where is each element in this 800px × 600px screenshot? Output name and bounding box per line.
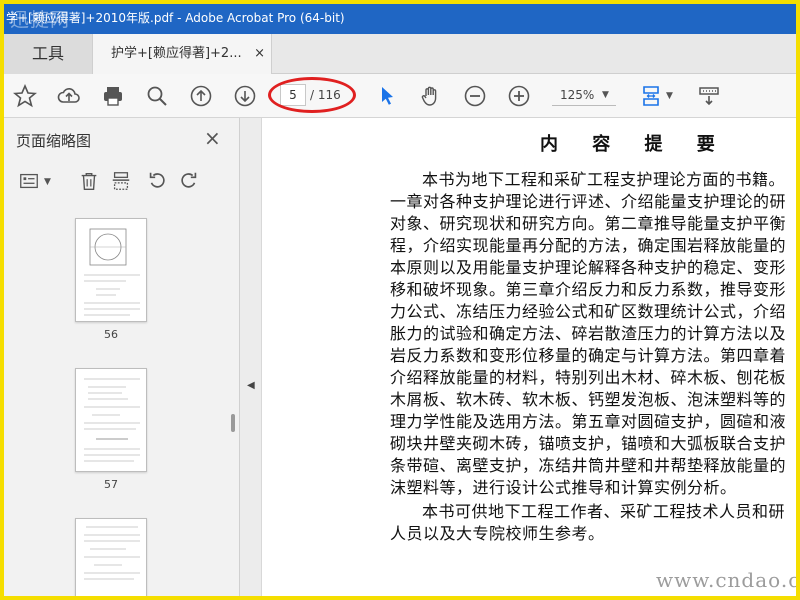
thumbnails-panel: 页面缩略图 × ▼ 56 57	[4, 118, 240, 596]
document-heading: 内 容 提 要	[540, 134, 729, 155]
thumbnail-label: 57	[104, 478, 118, 491]
thumbnail-list: 56 57	[4, 204, 226, 596]
cloud-upload-icon	[57, 88, 80, 103]
document-text-line: 理力学性能及选用方法。第五章对圆碹支护，圆碹和液	[390, 412, 787, 431]
corner-watermark: 迅捷网	[10, 9, 71, 31]
rotate-cw-icon	[181, 172, 197, 188]
thumbnail-text-icon	[84, 526, 140, 580]
rotate-left-button[interactable]	[144, 168, 170, 194]
zoom-level-select[interactable]: 125% ▼	[552, 84, 616, 106]
list-options-icon	[20, 173, 38, 189]
thumbnail-text-icon	[84, 378, 140, 462]
document-view[interactable]: 内 容 提 要 本书为地下工程和采矿工程支护理论方面的书籍。 一章对各种支护理论…	[262, 118, 796, 596]
thumbnail-diagram-icon	[84, 228, 140, 316]
panel-close-button[interactable]: ×	[204, 126, 221, 150]
thumbnail-label: 56	[104, 328, 118, 341]
tab-document[interactable]: 护学+[赖应得著]+2... ×	[92, 34, 272, 74]
document-text-line: 本原则以及用能量支护理论解释各种支护的稳定、变形	[390, 258, 787, 277]
previous-page-button[interactable]	[186, 81, 216, 111]
scrollbar-thumb[interactable]	[231, 414, 235, 432]
document-text-line: 砌块井壁夹砌木砖，锚喷支护，锚喷和大弧板联合支护	[390, 434, 787, 453]
star-icon	[13, 84, 37, 108]
next-page-button[interactable]	[230, 81, 260, 111]
keyboard-tools-button[interactable]	[694, 81, 724, 111]
document-text-line: 介绍释放能量的材料，特别列出木材、碎木板、刨花板	[390, 368, 787, 387]
document-text-line: 对象、研究现状和研究方向。第二章推导能量支护平衡	[390, 214, 787, 233]
tab-close-button[interactable]: ×	[254, 34, 265, 74]
site-watermark: www.cndao.com	[656, 568, 796, 592]
find-button[interactable]	[142, 81, 172, 111]
page-down-icon	[234, 85, 256, 107]
search-icon	[147, 86, 167, 106]
main-toolbar: 5 / 116 125% ▼ ▼	[4, 74, 796, 118]
select-tool-button[interactable]	[372, 81, 402, 111]
panel-collapse-strip[interactable]: ◀	[240, 118, 262, 596]
hand-icon	[421, 86, 437, 106]
fit-page-icon	[643, 86, 659, 106]
thumbnail-scrollbar[interactable]	[228, 204, 238, 596]
options-menu-button[interactable]	[16, 168, 42, 194]
tab-tools[interactable]: 工具	[4, 34, 92, 74]
zoom-in-button[interactable]	[504, 81, 534, 111]
zoom-out-button[interactable]	[460, 81, 490, 111]
chevron-down-icon: ▼	[602, 90, 609, 100]
select-cursor-icon	[382, 87, 393, 105]
trash-icon	[81, 172, 97, 190]
page-thumbnail[interactable]	[75, 218, 147, 322]
rotate-ccw-icon	[149, 172, 165, 188]
keyboard-icon	[699, 87, 719, 106]
document-text-line: 程，介绍实现能量再分配的方法，确定围岩释放能量的	[390, 236, 787, 255]
print-button[interactable]	[98, 81, 128, 111]
page-up-icon	[190, 85, 212, 107]
document-text-line: 沫塑料等，进行设计公式推导和计算实例分析。	[390, 478, 737, 497]
bookmark-star-button[interactable]	[10, 81, 40, 111]
document-text-line: 木屑板、软木砖、软木板、钙塑发泡板、泡沫塑料等的	[390, 390, 787, 409]
thumbnail-toolbar: ▼	[4, 162, 240, 202]
document-text-line: 一章对各种支护理论进行评述、介绍能量支护理论的研	[390, 192, 787, 211]
hand-tool-button[interactable]	[416, 81, 446, 111]
rotate-right-button[interactable]	[176, 168, 202, 194]
insert-page-icon	[112, 172, 130, 190]
panel-title: 页面缩略图	[16, 132, 92, 150]
upload-cloud-button[interactable]	[54, 81, 84, 111]
document-text-line: 移和破坏现象。第三章介绍反力和反力系数，推导变形	[390, 280, 787, 299]
zoom-out-icon	[464, 85, 486, 107]
tab-document-label: 护学+[赖应得著]+2...	[111, 46, 242, 61]
page-thumbnail[interactable]	[75, 518, 147, 596]
fit-page-chevron-icon[interactable]: ▼	[666, 91, 673, 101]
document-text-line: 人员以及大专院校师生参考。	[390, 524, 605, 543]
red-highlight-ellipse	[268, 77, 356, 113]
print-icon	[104, 87, 122, 106]
options-chevron-icon[interactable]: ▼	[44, 177, 51, 187]
document-text-line: 力公式、冻结压力经验公式和矿区数理统计公式，介绍	[390, 302, 787, 321]
zoom-in-icon	[508, 85, 530, 107]
document-text-line: 本书可供地下工程工作者、采矿工程技术人员和研	[422, 502, 786, 521]
document-text-line: 本书为地下工程和采矿工程支护理论方面的书籍。	[422, 170, 786, 189]
title-bar: 学+[赖应得著]+2010年版.pdf - Adobe Acrobat Pro …	[4, 4, 796, 34]
page-thumbnail[interactable]	[75, 368, 147, 472]
zoom-level-value: 125%	[560, 88, 595, 102]
acrobat-window: 学+[赖应得著]+2010年版.pdf - Adobe Acrobat Pro …	[4, 4, 796, 596]
delete-page-button[interactable]	[76, 168, 102, 194]
document-text-line: 条带碹、离壁支护，冻结井筒井壁和井帮垫释放能量的	[390, 456, 787, 475]
document-text-line: 岩反力系数和变形位移量的确定与计算方法。第四章着	[390, 346, 787, 365]
insert-page-button[interactable]	[108, 168, 134, 194]
document-text-line: 胀力的试验和确定方法、碎岩散渣压力的计算方法以及	[390, 324, 787, 343]
collapse-left-icon[interactable]: ◀	[247, 380, 255, 391]
fit-page-button[interactable]	[636, 81, 666, 111]
tab-bar: 工具 护学+[赖应得著]+2... ×	[4, 34, 796, 74]
